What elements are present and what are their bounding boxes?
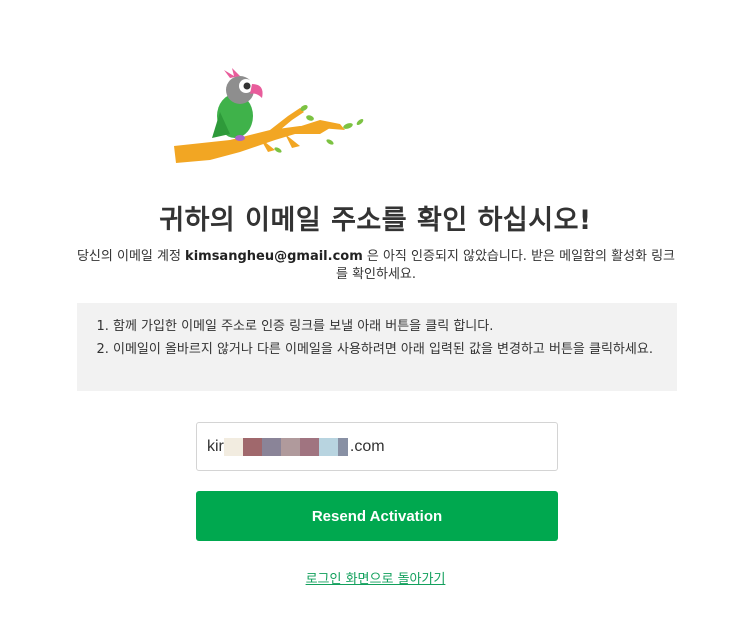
parrot-logo-icon xyxy=(174,68,364,163)
instruction-step: 함께 가입한 이메일 주소로 인증 링크를 보낼 아래 버튼을 클릭 합니다. xyxy=(113,318,657,336)
back-to-login-link[interactable]: 로그인 화면으로 돌아가기 xyxy=(0,568,751,587)
account-email: kimsangheu@gmail.com xyxy=(185,249,363,264)
instructions-list: 함께 가입한 이메일 주소로 인증 링크를 보낼 아래 버튼을 클릭 합니다. … xyxy=(87,318,657,359)
intro-text: 당신의 이메일 계정 kimsangheu@gmail.com 은 아직 인증되… xyxy=(76,248,676,284)
redaction-block xyxy=(224,438,243,456)
redaction-block xyxy=(319,438,338,456)
instructions-panel: 함께 가입한 이메일 주소로 인증 링크를 보낼 아래 버튼을 클릭 합니다. … xyxy=(77,303,677,391)
redaction-block xyxy=(300,438,319,456)
instruction-step: 이메일이 올바르지 않거나 다른 이메일을 사용하려면 아래 입력된 값을 변경… xyxy=(113,341,657,359)
redaction-block xyxy=(281,438,300,456)
redaction-block xyxy=(262,438,281,456)
intro-text-after: 은 아직 인증되지 않았습니다. 받은 메일함의 활성화 링크를 확인하세요. xyxy=(335,249,676,282)
email-prefix: kir xyxy=(207,438,224,455)
intro-text-before: 당신의 이메일 계정 xyxy=(76,249,186,264)
activation-page: 귀하의 이메일 주소를 확인 하십시오! 당신의 이메일 계정 kimsangh… xyxy=(0,0,751,623)
page-title: 귀하의 이메일 주소를 확인 하십시오! xyxy=(159,205,592,236)
redaction-block xyxy=(338,438,348,456)
resend-activation-button[interactable]: Resend Activation xyxy=(196,491,558,541)
email-suffix: .com xyxy=(349,438,385,455)
redaction-block xyxy=(243,438,262,456)
